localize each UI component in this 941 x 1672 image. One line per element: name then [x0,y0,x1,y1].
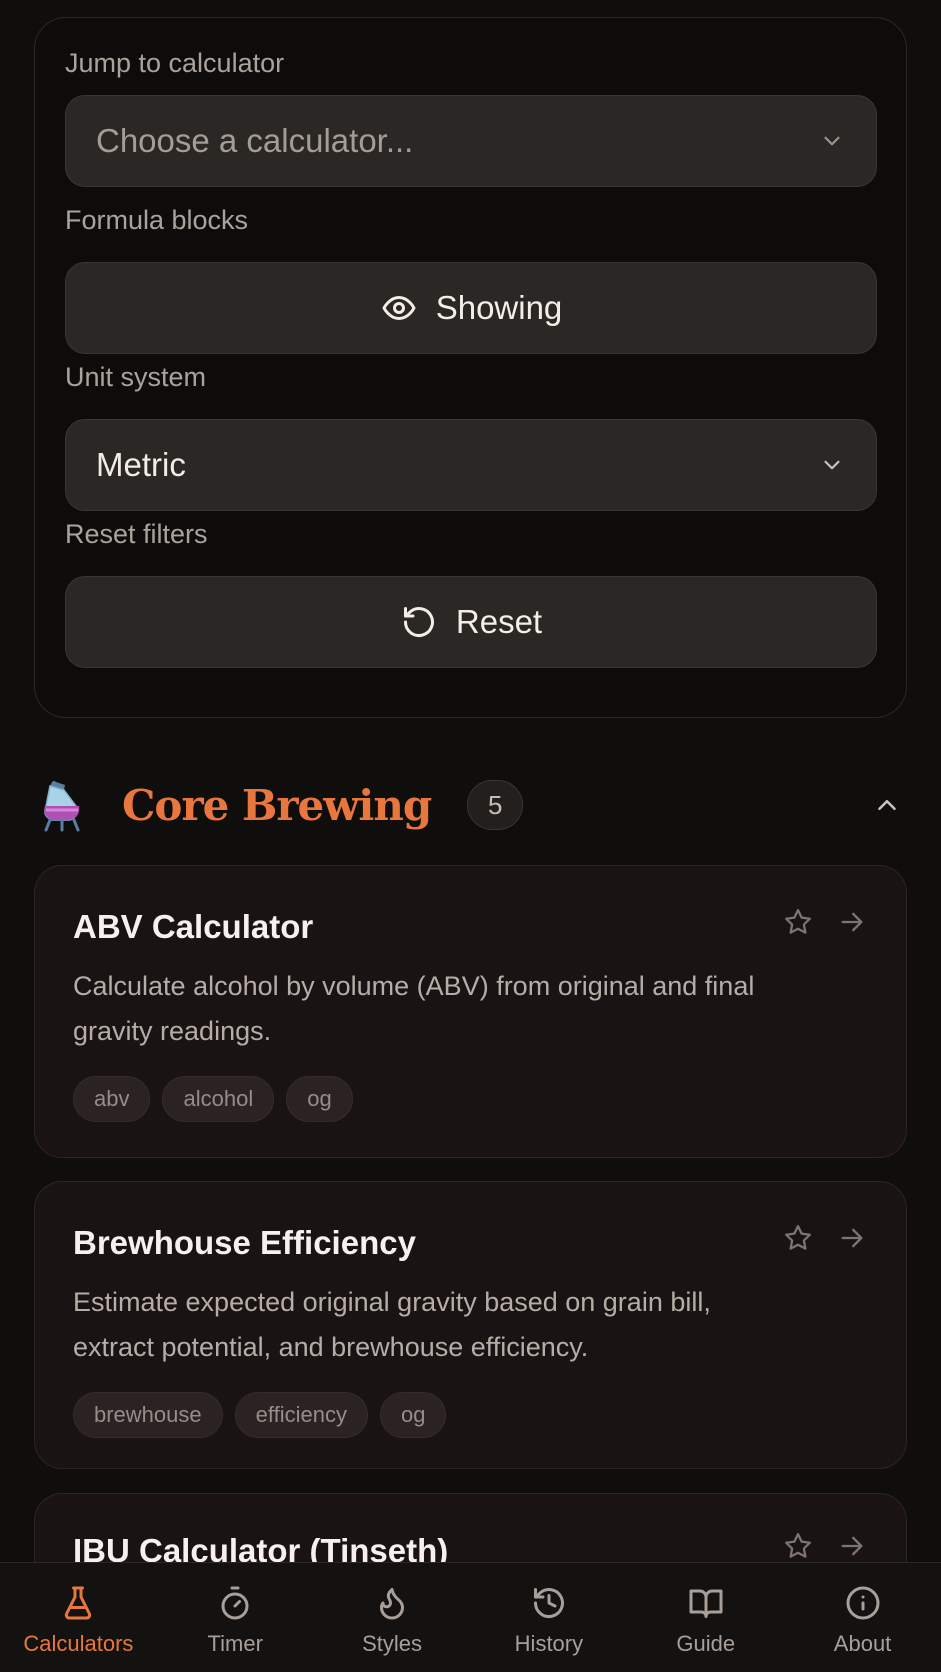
card-title: ABV Calculator [73,908,314,945]
section-count-badge: 5 [467,780,524,830]
formula-blocks-toggle[interactable]: Showing [65,262,877,354]
card-description: Estimate expected original gravity based… [73,1287,711,1362]
arrow-right-icon[interactable] [836,1530,868,1562]
chevron-down-icon [818,127,846,155]
chevron-up-icon[interactable] [867,785,907,825]
formula-blocks-label: Formula blocks [65,205,249,235]
unit-system-select[interactable]: Metric [65,419,877,511]
flask-emoji-icon [34,776,92,834]
card-title: Brewhouse Efficiency [73,1224,416,1261]
nav-label: Calculators [23,1631,134,1656]
formula-blocks-toggle-label: Showing [435,289,563,326]
reset-button-label: Reset [455,603,543,640]
nav-label: History [514,1631,584,1656]
history-icon [529,1583,569,1623]
tag[interactable]: alcohol [162,1076,275,1122]
section-title: Core Brewing [122,780,432,830]
tag[interactable]: efficiency [234,1392,368,1438]
unit-system-value: Metric [96,446,186,483]
calculator-card-brewhouse-efficiency[interactable]: Brewhouse Efficiency Estimate expected o… [34,1181,907,1469]
nav-label: About [833,1631,892,1656]
tag[interactable]: brewhouse [73,1392,223,1438]
card-description: Calculate alcohol by volume (ABV) from o… [73,971,755,1046]
tag[interactable]: og [379,1392,447,1438]
info-icon [843,1583,883,1623]
arrow-right-icon[interactable] [836,1222,868,1254]
book-icon [686,1583,726,1623]
nav-item-about[interactable]: About [784,1563,941,1672]
nav-item-calculators[interactable]: Calculators [0,1563,157,1672]
jump-to-calculator-label: Jump to calculator [65,48,285,78]
nav-label: Styles [362,1631,423,1656]
calculator-card-abv[interactable]: ABV Calculator Calculate alcohol by volu… [34,865,907,1158]
unit-system-label: Unit system [65,362,207,392]
chevron-down-icon [818,451,846,479]
star-icon[interactable] [782,1530,814,1562]
flask-icon [58,1583,98,1623]
eye-icon [380,289,418,327]
nav-item-guide[interactable]: Guide [627,1563,784,1672]
calculator-select-placeholder: Choose a calculator... [96,122,414,159]
nav-label: Guide [676,1631,736,1656]
reset-filters-label: Reset filters [65,519,208,549]
bottom-navigation: Calculators Timer Styles History Guide A… [0,1562,941,1672]
nav-item-styles[interactable]: Styles [314,1563,471,1672]
star-icon[interactable] [782,1222,814,1254]
section-header-core-brewing[interactable]: Core Brewing 5 [34,770,907,840]
nav-label: Timer [207,1631,263,1656]
flame-icon [372,1583,412,1623]
nav-item-timer[interactable]: Timer [157,1563,314,1672]
tag[interactable]: og [286,1076,353,1122]
reset-icon [400,603,438,641]
tag[interactable]: abv [73,1076,151,1122]
reset-button[interactable]: Reset [65,576,877,668]
arrow-right-icon[interactable] [836,906,868,938]
nav-item-history[interactable]: History [470,1563,627,1672]
star-icon[interactable] [782,906,814,938]
timer-icon [215,1583,255,1623]
filter-panel: Jump to calculator Choose a calculator..… [34,17,907,718]
calculator-select[interactable]: Choose a calculator... [65,95,877,187]
